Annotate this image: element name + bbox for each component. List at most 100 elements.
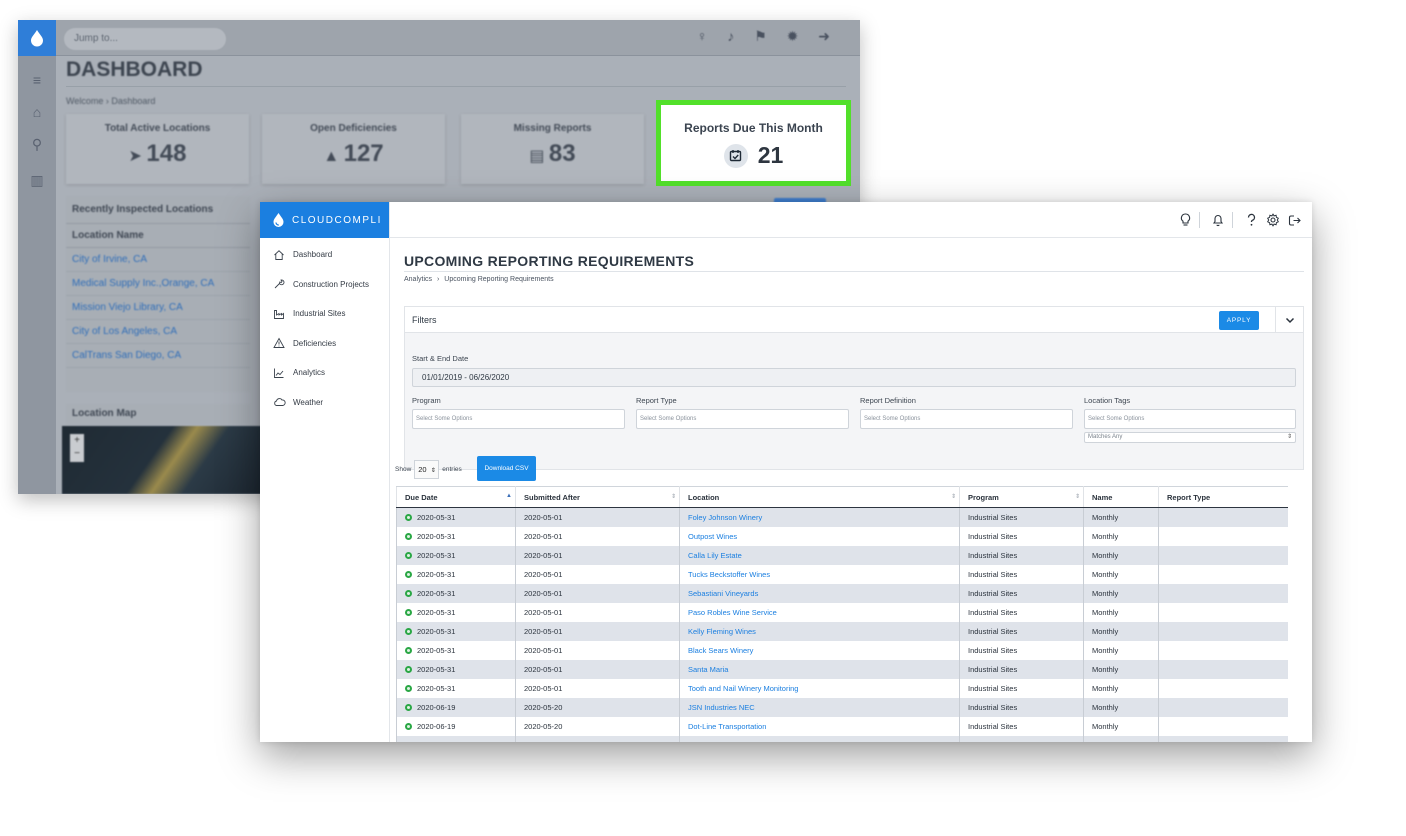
apply-button[interactable]: APPLY [1219,311,1259,330]
report-type-cell [1158,697,1288,717]
sort-icon: ⇕ [670,494,676,500]
bell-icon[interactable] [1209,211,1227,229]
chart-icon [272,366,286,380]
bg-card-missing-reports: Missing Reports ▤ 83 [461,114,644,184]
sidebar-item-weather[interactable]: Weather [260,388,389,418]
collapse-filters-button[interactable] [1275,307,1303,333]
droplet-logo-icon [273,213,284,227]
due-date-cell: 2020-05-31 [396,564,516,584]
due-date-cell: 2020-05-31 [396,507,516,527]
location-link[interactable]: Kelly Fleming Wines [688,627,756,636]
column-header-due-date[interactable]: Due Date ▲ [396,486,516,508]
submitted-after-cell: 2020-05-01 [515,640,680,660]
program-cell: Industrial Sites [959,545,1084,565]
document-icon: ▤ [529,148,549,165]
location-link[interactable]: Calla Lily Estate [688,551,742,560]
status-ok-icon [405,741,412,742]
location-link[interactable]: Santa Maria [688,665,728,674]
column-header-location[interactable]: Location ⇕ [679,486,960,508]
logout-icon[interactable] [1286,211,1304,229]
report-type-cell [1158,621,1288,641]
location-cell: Foley Johnson Winery [679,507,960,527]
entries-select[interactable]: 20 ⇕ [414,460,440,479]
status-ok-icon [405,513,412,521]
location-link[interactable]: JSN Industries NEC [688,703,755,712]
report-type-cell [1158,583,1288,603]
location-tags-select[interactable]: Select Some Options [1084,409,1296,429]
download-csv-button[interactable]: Download CSV [477,456,536,481]
location-link[interactable]: Sebastiani Vineyards [688,589,758,598]
name-cell: Monthly [1083,564,1159,584]
sidebar-item-construction-projects[interactable]: Construction Projects [260,270,389,300]
location-cell: Black Sears Winery [679,640,960,660]
bg-topbar: Jump to... ♀ ♪ ⚑ ✹ ➜ [56,20,860,56]
sidebar-item-analytics[interactable]: Analytics [260,358,389,388]
location-cell: Dot-Line Transportation [679,716,960,736]
status-ok-icon [405,703,412,711]
column-header-submitted-after[interactable]: Submitted After ⇕ [515,486,680,508]
program-cell: Industrial Sites [959,621,1084,641]
status-ok-icon [405,570,412,578]
sidebar-item-industrial-sites[interactable]: Industrial Sites [260,299,389,329]
sidebar-item-deficiencies[interactable]: Deficiencies [260,329,389,359]
program-cell: Industrial Sites [959,716,1084,736]
location-link[interactable]: Tucks Beckstoffer Wines [688,570,770,579]
factory-icon [272,307,286,321]
bg-panel-title: Recently Inspected Locations [66,196,250,224]
table-row: 2020-05-31 2020-05-01 Black Sears Winery In… [396,640,1288,660]
report-type-cell [1158,659,1288,679]
tags-match-select[interactable]: Matches Any ⇕ [1084,432,1296,443]
submitted-after-cell: 2020-05-01 [515,678,680,698]
location-cell: Calla Lily Estate [679,545,960,565]
table-row: 2020-05-31 2020-05-01 Sebastiani Vineyards… [396,583,1288,603]
sidebar-item-dashboard[interactable]: Dashboard [260,240,389,270]
breadcrumb-analytics-link[interactable]: Analytics [404,276,432,283]
warning-icon [272,336,286,350]
reports-due-value: 21 [757,142,784,168]
help-icon[interactable] [1242,211,1260,229]
report-type-cell [1158,564,1288,584]
filters-panel: Filters APPLY Start & End Date 01/01/201… [404,306,1304,470]
sidebar: CLOUDCOMPLI Dashboard Construction Proje… [260,202,390,742]
table-row: 2020-05-31 2020-05-01 Tucks Beckstoffer Wi… [396,564,1288,584]
report-type-cell [1158,602,1288,622]
calendar-check-icon [723,143,748,168]
table-row: 2020-05-31 2020-05-01 Outpost Wines Industr… [396,526,1288,546]
updown-arrows-icon: ⇕ [430,468,436,474]
entries-label: entries [442,466,462,473]
requirements-table-wrapper[interactable]: Due Date ▲ Submitted After ⇕ Location ⇕ Pro… [396,486,1288,742]
entries-control: Show 20 ⇕ entries [395,460,462,479]
location-link[interactable]: Tooth and Nail Winery Monitoring [688,684,798,693]
gear-icon[interactable] [1264,211,1282,229]
location-link[interactable]: Outpost Wines [688,532,737,541]
name-cell: Monthly [1083,545,1159,565]
submitted-after-cell: 2020-05-01 [515,564,680,584]
location-link[interactable]: Foley Johnson Winery [688,513,762,522]
location-link[interactable]: Dot-Line Transportation [688,722,766,731]
column-header-name[interactable]: Name [1083,486,1159,508]
date-range-input[interactable]: 01/01/2019 - 06/26/2020 [412,368,1296,387]
program-cell: Industrial Sites [959,507,1084,527]
program-cell: Industrial Sites [959,564,1084,584]
column-header-report-type[interactable]: Report Type [1158,486,1288,508]
app-window: CLOUDCOMPLI Dashboard Construction Proje… [260,202,1312,742]
name-cell: Monthly [1083,678,1159,698]
location-link[interactable]: Black Sears Winery [688,646,753,655]
report-definition-select[interactable]: Select Some Options [860,409,1073,429]
brand-logo[interactable]: CLOUDCOMPLI [260,202,389,238]
program-select[interactable]: Select Some Options [412,409,625,429]
bg-search-input: Jump to... [64,28,226,50]
submitted-after-cell: 2020-05-01 [515,621,680,641]
table-row: 2020-05-31 2020-05-01 Kelly Fleming Wines I… [396,621,1288,641]
table-row: 2020-05-31 2020-05-01 Tooth and Nail Winer… [396,678,1288,698]
bg-title-rule [66,86,846,87]
lightbulb-icon[interactable] [1176,211,1194,229]
location-link[interactable]: Paso Robles Wine Service [688,608,777,617]
report-type-select[interactable]: Select Some Options [636,409,849,429]
program-cell: Industrial Sites [959,583,1084,603]
table-cell [1083,735,1159,742]
column-header-program[interactable]: Program ⇕ [959,486,1084,508]
sidebar-item-label: Analytics [293,368,326,378]
bg-panel-row: Mission Viejo Library, CA [66,296,250,320]
due-date-cell: 2020-05-31 [396,526,516,546]
